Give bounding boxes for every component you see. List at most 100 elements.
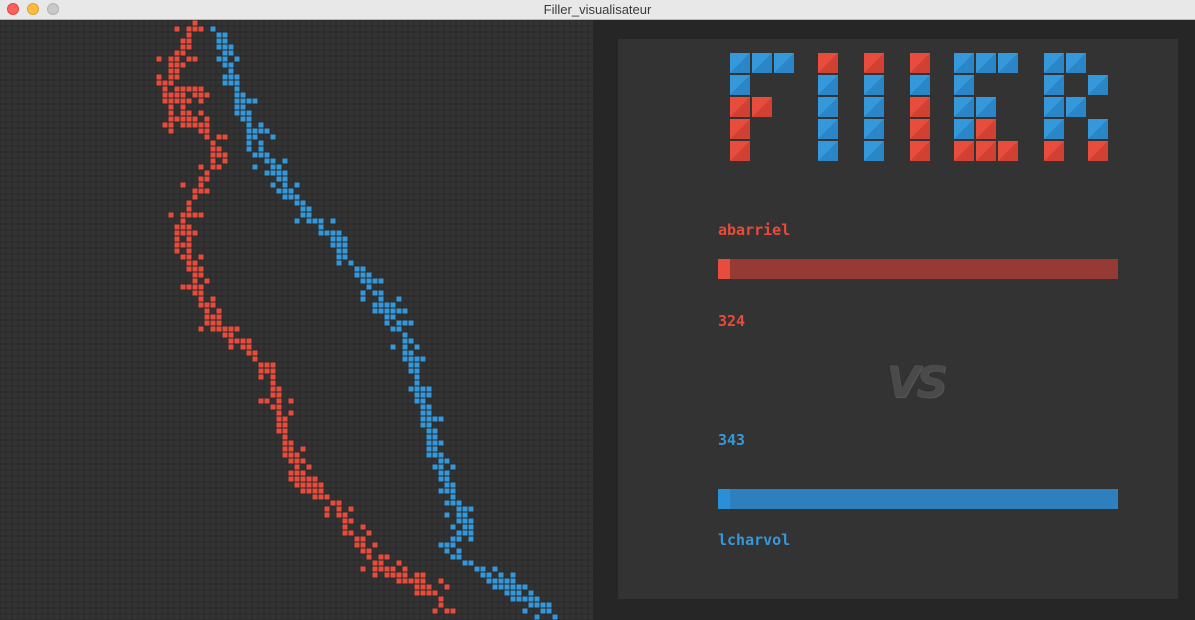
board-cell	[390, 326, 396, 332]
board-cell	[228, 44, 234, 50]
board-cell	[300, 206, 306, 212]
board-cell	[528, 602, 534, 608]
board-cell	[372, 566, 378, 572]
board-cell	[420, 386, 426, 392]
board-cell	[216, 134, 222, 140]
board-cell	[276, 410, 282, 416]
board-cell	[240, 116, 246, 122]
board-cell	[360, 536, 366, 542]
board-cell	[438, 464, 444, 470]
board-cell	[384, 572, 390, 578]
board-cell	[396, 320, 402, 326]
board-cell	[408, 578, 414, 584]
board-cell	[252, 128, 258, 134]
board-cell	[396, 560, 402, 566]
board-cell	[186, 116, 192, 122]
board-cell	[330, 500, 336, 506]
board-cell	[414, 584, 420, 590]
board-cell	[198, 92, 204, 98]
board-cell	[186, 86, 192, 92]
board-cell	[198, 254, 204, 260]
board-cell	[462, 518, 468, 524]
board-cell	[180, 38, 186, 44]
board-cell	[468, 530, 474, 536]
board-cell	[276, 404, 282, 410]
board-cell	[336, 254, 342, 260]
board-cell	[504, 578, 510, 584]
board-cell	[246, 98, 252, 104]
board-cell	[432, 416, 438, 422]
board-cell	[168, 62, 174, 68]
board-cell	[186, 98, 192, 104]
board-cell	[222, 158, 228, 164]
board-cell	[228, 344, 234, 350]
board-cell	[288, 410, 294, 416]
board-cell	[318, 494, 324, 500]
window-titlebar: Filler_visualisateur	[0, 0, 1195, 20]
board-cell	[180, 122, 186, 128]
board-cell	[288, 398, 294, 404]
board-cell	[360, 272, 366, 278]
board-cell	[282, 434, 288, 440]
board-cell	[378, 566, 384, 572]
board-cell	[210, 320, 216, 326]
board-cell	[426, 410, 432, 416]
board-cell	[156, 80, 162, 86]
board-cell	[402, 344, 408, 350]
board-cell	[420, 398, 426, 404]
board-cell	[180, 212, 186, 218]
board-cell	[468, 560, 474, 566]
board-cell	[456, 536, 462, 542]
board-cell	[180, 86, 186, 92]
board-cell	[276, 188, 282, 194]
board-cell	[240, 98, 246, 104]
board-cell	[246, 128, 252, 134]
board-cell	[420, 584, 426, 590]
board-cell	[312, 494, 318, 500]
board-cell	[162, 98, 168, 104]
board-cell	[204, 128, 210, 134]
board-cell	[192, 56, 198, 62]
board-cell	[186, 110, 192, 116]
board-cell	[180, 98, 186, 104]
board-cell	[216, 56, 222, 62]
board-cell	[378, 554, 384, 560]
board-cell	[168, 128, 174, 134]
board-cell	[516, 590, 522, 596]
board-cell	[546, 602, 552, 608]
board-cell	[444, 458, 450, 464]
board-cell	[282, 158, 288, 164]
board-cell	[438, 542, 444, 548]
board-cell	[204, 308, 210, 314]
board-cell	[186, 200, 192, 206]
board-cell	[294, 470, 300, 476]
board-cell	[342, 254, 348, 260]
board-cell	[210, 302, 216, 308]
board-cell	[186, 236, 192, 242]
board-cell	[306, 464, 312, 470]
board-cell	[264, 152, 270, 158]
board-cell	[294, 458, 300, 464]
board-cell	[486, 572, 492, 578]
board-cell	[348, 506, 354, 512]
board-cell	[372, 542, 378, 548]
board-cell	[504, 584, 510, 590]
board-cell	[498, 584, 504, 590]
board-cell	[204, 122, 210, 128]
board-cell	[288, 470, 294, 476]
board-cell	[204, 314, 210, 320]
game-board-grid	[0, 20, 593, 620]
board-cell	[186, 122, 192, 128]
board-cell	[168, 116, 174, 122]
board-cell	[516, 584, 522, 590]
board-cell	[540, 608, 546, 614]
board-cell	[402, 350, 408, 356]
board-cell	[522, 596, 528, 602]
board-cell	[552, 614, 558, 620]
board-cell	[414, 362, 420, 368]
board-cell	[168, 122, 174, 128]
player1-progress-bar	[718, 259, 1118, 279]
board-cell	[306, 476, 312, 482]
board-cell	[390, 344, 396, 350]
board-cell	[414, 578, 420, 584]
